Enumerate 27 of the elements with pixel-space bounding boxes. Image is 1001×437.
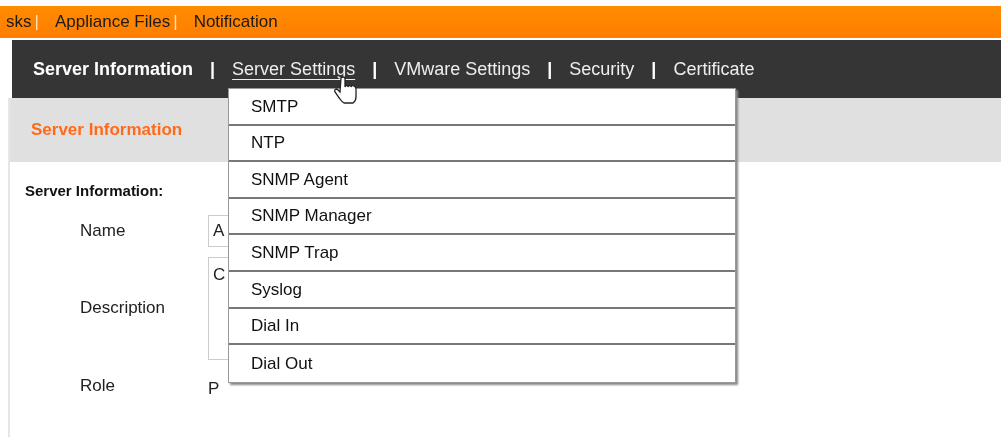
role-value: P — [208, 377, 220, 400]
form-heading: Server Information: — [25, 181, 164, 201]
nav-link[interactable]: Notification — [193, 9, 278, 35]
menu-item[interactable]: SNMP Manager — [229, 198, 735, 236]
tab[interactable]: Server Information — [33, 55, 194, 83]
separator: | — [34, 11, 39, 34]
menu-item[interactable]: SNMP Agent — [229, 162, 735, 199]
menu-item[interactable]: Dial Out — [229, 345, 735, 382]
menu-item[interactable]: Syslog — [229, 271, 735, 309]
separator: | — [547, 57, 553, 81]
separator: | — [651, 57, 657, 81]
nav-link[interactable]: Appliance Files — [54, 9, 171, 35]
section-title: Server Information — [31, 119, 183, 142]
field-label: Name — [79, 219, 127, 242]
separator: | — [173, 11, 178, 34]
field-label: Role — [79, 374, 116, 397]
separator: | — [210, 57, 216, 81]
separator: | — [372, 57, 378, 81]
menu-item[interactable]: SNMP Trap — [229, 235, 735, 272]
tab[interactable]: Security — [569, 55, 635, 83]
menu-item[interactable]: NTP — [229, 125, 735, 163]
menu-item[interactable]: Dial In — [229, 308, 735, 346]
tab[interactable]: VMware Settings — [394, 55, 531, 83]
nav-link[interactable]: sks — [6, 9, 32, 35]
tab[interactable]: Certificate — [673, 55, 755, 83]
field-label: Description — [79, 297, 167, 320]
tab[interactable]: Server Settings — [232, 55, 356, 83]
